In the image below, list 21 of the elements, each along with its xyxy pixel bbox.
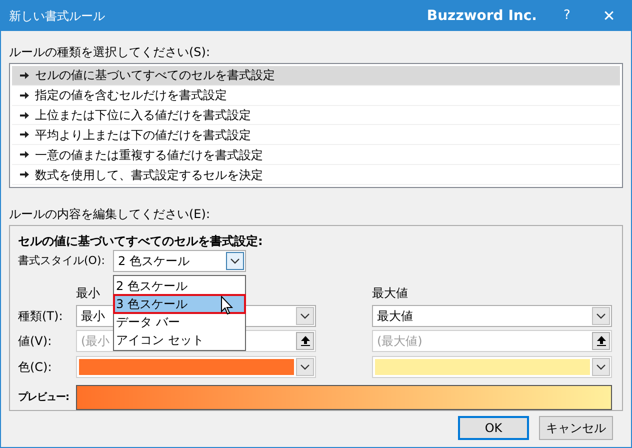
window-title: 新しい書式ルール bbox=[9, 8, 105, 25]
list-item-label: 上位または下位に入る値だけを書式設定 bbox=[35, 107, 251, 124]
list-item-label: 指定の値を含むセルだけを書式設定 bbox=[35, 87, 227, 104]
combo-value: 2 色スケール bbox=[118, 253, 190, 270]
column-header: 最大値 bbox=[372, 285, 408, 302]
rule-heading: セルの値に基づいてすべてのセルを書式設定: bbox=[18, 233, 264, 249]
column-header: 最小 bbox=[76, 285, 101, 302]
brand-label: Buzzword Inc. bbox=[426, 6, 537, 26]
combo-value: 最大値 bbox=[377, 308, 413, 325]
list-item-label: 数式を使用して、書式設定するセルを決定 bbox=[35, 166, 263, 184]
combo-value: 最小 bbox=[81, 308, 105, 325]
field-label: 色(C): bbox=[18, 358, 53, 376]
list-item-label: 一意の値または重複する値だけを書式設定 bbox=[35, 146, 263, 164]
field-label: 種類(T): bbox=[18, 308, 64, 325]
preview-label: プレビュー: bbox=[18, 390, 70, 405]
list-item-label: 平均より上または下の値だけを書式設定 bbox=[35, 126, 251, 144]
field-label: 値(V): bbox=[18, 333, 53, 350]
list-item-label: セルの値に基づいてすべてのセルを書式設定 bbox=[35, 67, 275, 84]
style-label: 書式スタイル(O): bbox=[18, 252, 106, 269]
section-label: ルールの内容を編集してください(E): bbox=[9, 206, 211, 222]
section-label: ルールの種類を選択してください(S): bbox=[9, 44, 212, 60]
